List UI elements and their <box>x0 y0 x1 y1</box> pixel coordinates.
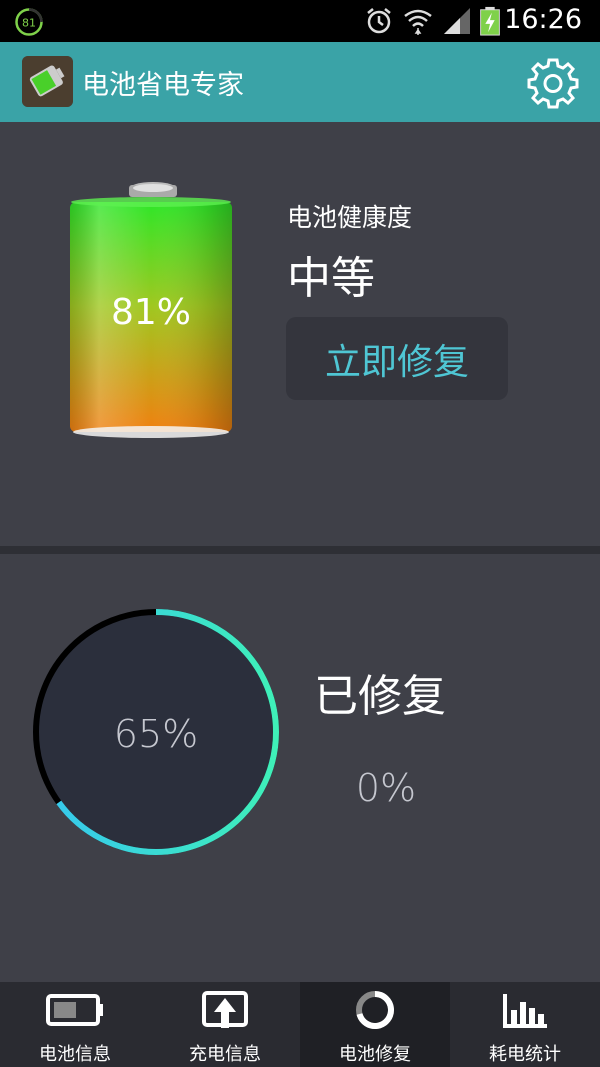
health-label: 电池健康度 <box>287 203 413 232</box>
battery-icon <box>46 994 103 1026</box>
nav-label: 电池信息 <box>39 1044 111 1065</box>
status-bar: 81 16:26 <box>0 0 600 42</box>
battery-badge-icon: 81 <box>15 8 43 36</box>
bottom-nav: 电池信息 充电信息 电池修复 耗电统计 <box>0 982 600 1067</box>
nav-label: 充电信息 <box>189 1044 261 1065</box>
upload-icon <box>202 991 248 1028</box>
wifi-icon <box>404 9 432 35</box>
app-title: 电池省电专家 <box>82 70 244 101</box>
nav-battery-info[interactable]: 电池信息 <box>0 982 150 1067</box>
battery-badge-text: 81 <box>22 17 36 30</box>
nav-label: 耗电统计 <box>489 1044 561 1065</box>
app-logo-icon <box>22 56 73 107</box>
nav-label: 电池修复 <box>339 1044 411 1065</box>
settings-gear-icon[interactable] <box>526 56 580 110</box>
nav-charge-info[interactable]: 充电信息 <box>150 982 300 1067</box>
nav-battery-repair[interactable]: 电池修复 <box>300 982 450 1067</box>
bar-chart-icon <box>503 994 547 1028</box>
section-divider <box>0 546 600 554</box>
battery-status-icon <box>480 6 500 36</box>
signal-icon <box>444 8 470 34</box>
repair-ring-icon <box>356 991 394 1029</box>
app-bar: 电池省电专家 <box>0 42 600 122</box>
clock: 16:26 <box>504 4 582 35</box>
fixed-percent: 0% <box>355 766 417 810</box>
repair-ring-percent: 65% <box>113 712 199 756</box>
nav-usage-stats[interactable]: 耗电统计 <box>450 982 600 1067</box>
battery-percent: 81% <box>110 292 191 333</box>
fixed-label: 已修复 <box>314 671 446 722</box>
alarm-icon <box>367 8 391 34</box>
health-value: 中等 <box>287 253 375 304</box>
repair-now-button[interactable]: 立即修复 <box>286 317 508 400</box>
